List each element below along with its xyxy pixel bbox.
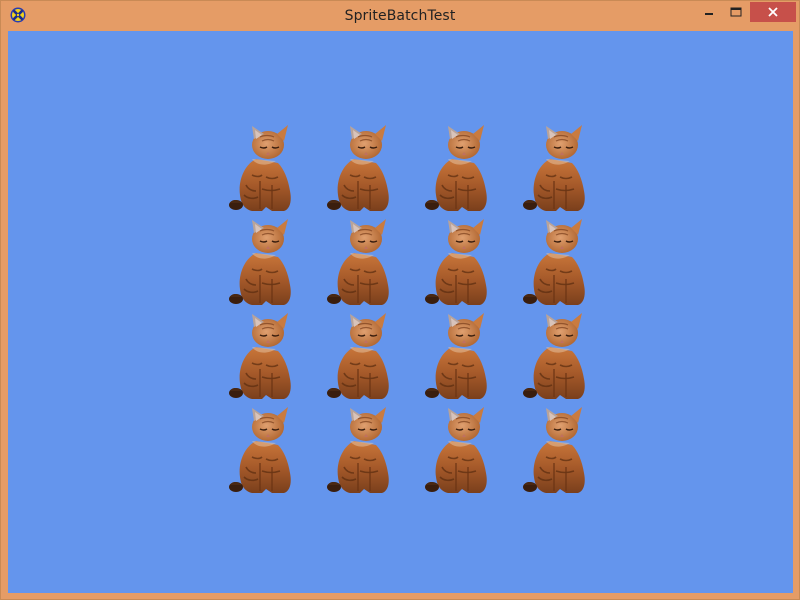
cat-sprite [320,125,418,219]
app-window: SpriteBatchTest [0,0,800,600]
cat-sprite [320,313,418,407]
cat-sprite [418,125,516,219]
close-icon [768,7,778,17]
cat-sprite [418,313,516,407]
minimize-icon [704,13,713,15]
close-button[interactable] [750,2,796,22]
minimize-button[interactable] [695,2,722,22]
title-bar[interactable]: SpriteBatchTest [1,1,799,31]
cat-sprite [516,407,614,501]
cat-sprite [516,219,614,313]
xna-logo-icon[interactable] [10,7,26,23]
maximize-icon [730,7,741,17]
cat-sprite [320,219,418,313]
cat-sprite [222,125,320,219]
window-title: SpriteBatchTest [344,8,456,24]
game-viewport[interactable] [8,31,793,593]
cat-sprite [320,407,418,501]
cat-sprite [516,125,614,219]
cat-sprite [222,219,320,313]
cat-sprite [516,313,614,407]
cat-sprite [418,219,516,313]
maximize-button[interactable] [722,2,749,22]
sprite-grid [222,125,582,501]
cat-sprite [418,407,516,501]
cat-sprite [222,313,320,407]
cat-sprite [222,407,320,501]
